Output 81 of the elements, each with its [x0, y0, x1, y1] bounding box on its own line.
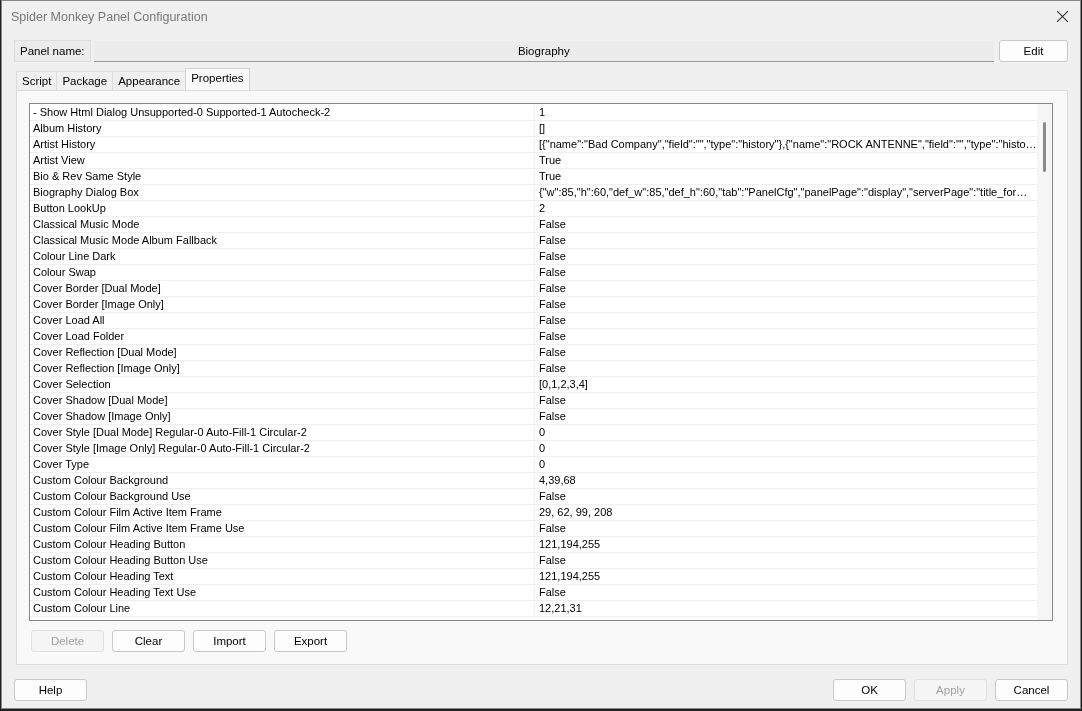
- property-name[interactable]: Custom Colour Line: [30, 601, 535, 616]
- property-value[interactable]: 0: [535, 425, 1037, 440]
- property-value[interactable]: False: [535, 345, 1037, 360]
- property-value[interactable]: []: [535, 121, 1037, 136]
- button[interactable]: Clear: [112, 630, 185, 652]
- property-value[interactable]: 2: [535, 201, 1037, 216]
- property-value[interactable]: 0: [535, 441, 1037, 456]
- button[interactable]: OK: [833, 679, 906, 701]
- edit-button[interactable]: Edit: [999, 40, 1068, 62]
- property-value[interactable]: False: [535, 361, 1037, 376]
- scrollbar-thumb[interactable]: [1042, 122, 1046, 172]
- property-value[interactable]: False: [535, 409, 1037, 424]
- property-name[interactable]: Cover Border [Dual Mode]: [30, 281, 535, 296]
- property-name[interactable]: Classical Music Mode: [30, 217, 535, 232]
- scrollbar[interactable]: [1036, 104, 1052, 620]
- property-name[interactable]: Artist History: [30, 137, 535, 152]
- property-name[interactable]: Cover Selection: [30, 377, 535, 392]
- panel-name-label: Panel name:: [14, 40, 91, 62]
- property-name[interactable]: Cover Style [Image Only] Regular-0 Auto-Fill-1 Circular-2: [30, 441, 535, 456]
- property-name[interactable]: Custom Colour Heading Text Use: [30, 585, 535, 600]
- property-value[interactable]: False: [535, 217, 1037, 232]
- property-value[interactable]: {"w":85,"h":60,"def_w":85,"def_h":60,"tab":"PanelCfg","panelPage":"display","serverPage":"title_for…: [535, 185, 1037, 200]
- property-value[interactable]: False: [535, 553, 1037, 568]
- button[interactable]: Help: [14, 679, 87, 701]
- property-name[interactable]: Cover Load Folder: [30, 329, 535, 344]
- property-name[interactable]: Custom Colour Background Use: [30, 489, 535, 504]
- property-name[interactable]: Cover Type: [30, 457, 535, 472]
- button[interactable]: Import: [193, 630, 266, 652]
- tab[interactable]: Appearance: [112, 71, 187, 90]
- property-name[interactable]: Biography Dialog Box: [30, 185, 535, 200]
- property-value[interactable]: True: [535, 153, 1037, 168]
- property-name[interactable]: Bio & Rev Same Style: [30, 169, 535, 184]
- property-value[interactable]: False: [535, 281, 1037, 296]
- property-value[interactable]: False: [535, 489, 1037, 504]
- property-name[interactable]: Custom Colour Heading Button Use: [30, 553, 535, 568]
- property-name[interactable]: Cover Shadow [Dual Mode]: [30, 393, 535, 408]
- property-value[interactable]: False: [535, 585, 1037, 600]
- property-value[interactable]: False: [535, 313, 1037, 328]
- property-name[interactable]: Custom Colour Heading Text: [30, 569, 535, 584]
- property-value[interactable]: 0: [535, 457, 1037, 472]
- property-name[interactable]: Album History: [30, 121, 535, 136]
- tab[interactable]: Package: [56, 71, 114, 90]
- property-name[interactable]: Custom Colour Film Active Item Frame: [30, 505, 535, 520]
- property-name[interactable]: Colour Line Dark: [30, 249, 535, 264]
- property-value[interactable]: True: [535, 169, 1037, 184]
- button[interactable]: Cancel: [995, 679, 1068, 701]
- property-value[interactable]: False: [535, 249, 1037, 264]
- property-value[interactable]: 12,21,31: [535, 601, 1037, 616]
- property-name[interactable]: Cover Load All: [30, 313, 535, 328]
- property-value[interactable]: 121,194,255: [535, 537, 1037, 552]
- property-name[interactable]: - Show Html Dialog Unsupported-0 Supported-1 Autocheck-2: [30, 105, 535, 120]
- button[interactable]: Export: [274, 630, 347, 652]
- property-value[interactable]: 1: [535, 105, 1037, 120]
- property-name[interactable]: Cover Border [Image Only]: [30, 297, 535, 312]
- property-value[interactable]: [0,1,2,3,4]: [535, 377, 1037, 392]
- panel-name-field[interactable]: Biography: [93, 40, 994, 62]
- property-name[interactable]: Custom Colour Heading Button: [30, 537, 535, 552]
- property-name[interactable]: Cover Reflection [Image Only]: [30, 361, 535, 376]
- property-value[interactable]: False: [535, 393, 1037, 408]
- property-value[interactable]: 29, 62, 99, 208: [535, 505, 1037, 520]
- property-name[interactable]: Cover Style [Dual Mode] Regular-0 Auto-Fill-1 Circular-2: [30, 425, 535, 440]
- property-value[interactable]: False: [535, 265, 1037, 280]
- property-name[interactable]: Colour Swap: [30, 265, 535, 280]
- tab[interactable]: Properties: [185, 68, 250, 90]
- property-value[interactable]: False: [535, 329, 1037, 344]
- property-name[interactable]: Cover Reflection [Dual Mode]: [30, 345, 535, 360]
- property-name[interactable]: Classical Music Mode Album Fallback: [30, 233, 535, 248]
- property-name[interactable]: Button LookUp: [30, 201, 535, 216]
- property-value[interactable]: [{"name":"Bad Company","field":"","type":"history"},{"name":"ROCK ANTENNE","field":"","type":"histo…: [535, 137, 1037, 152]
- property-name[interactable]: Custom Colour Background: [30, 473, 535, 488]
- property-value[interactable]: False: [535, 521, 1037, 536]
- close-icon[interactable]: [1057, 11, 1068, 22]
- property-name[interactable]: Custom Colour Film Active Item Frame Use: [30, 521, 535, 536]
- property-value[interactable]: 121,194,255: [535, 569, 1037, 584]
- property-value[interactable]: False: [535, 297, 1037, 312]
- property-name[interactable]: Artist View: [30, 153, 535, 168]
- property-value[interactable]: False: [535, 233, 1037, 248]
- property-name[interactable]: Cover Shadow [Image Only]: [30, 409, 535, 424]
- tab[interactable]: Script: [16, 71, 58, 90]
- window-title: Spider Monkey Panel Configuration: [11, 9, 208, 24]
- property-value[interactable]: 4,39,68: [535, 473, 1037, 488]
